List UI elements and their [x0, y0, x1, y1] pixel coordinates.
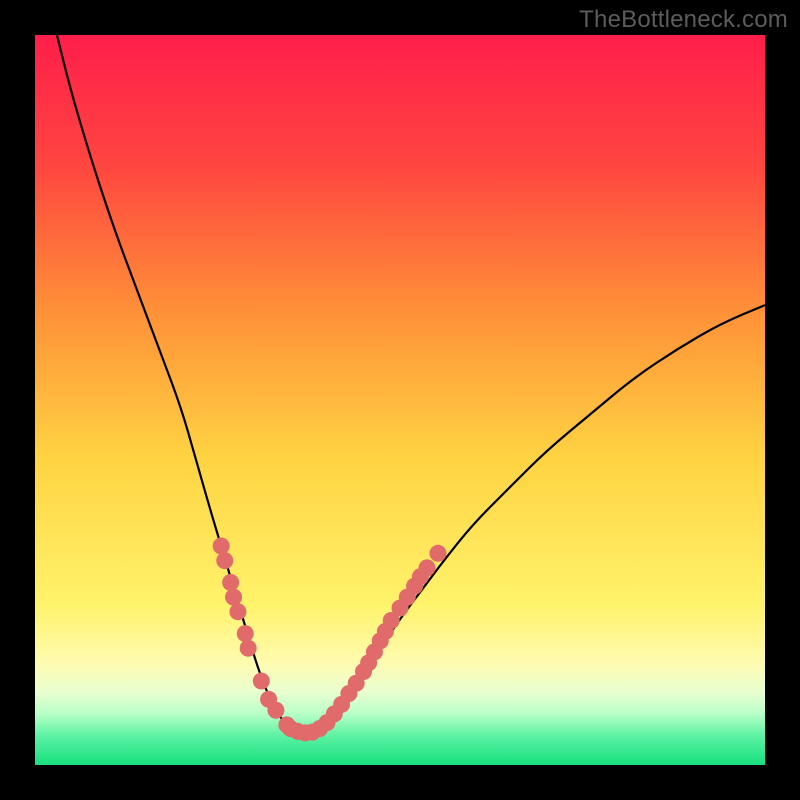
- data-dot: [237, 625, 254, 642]
- data-dot: [225, 589, 242, 606]
- data-dot: [216, 552, 233, 569]
- data-dot: [213, 538, 230, 555]
- data-dot: [240, 640, 257, 657]
- gradient-background: [35, 35, 765, 765]
- plot-area: [35, 35, 765, 765]
- chart-svg: [35, 35, 765, 765]
- outer-frame: TheBottleneck.com: [0, 0, 800, 800]
- data-dot: [229, 603, 246, 620]
- watermark-text: TheBottleneck.com: [579, 6, 788, 34]
- data-dot: [429, 545, 446, 562]
- data-dot: [419, 559, 436, 576]
- data-dot: [253, 673, 270, 690]
- data-dot: [267, 702, 284, 719]
- data-dot: [222, 574, 239, 591]
